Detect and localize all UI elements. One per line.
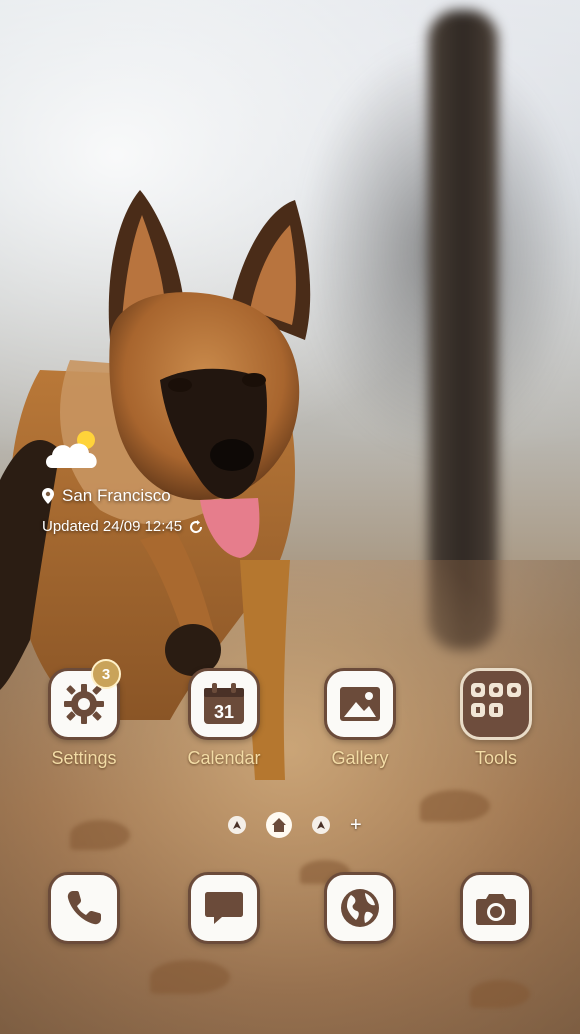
- app-label: Calendar: [187, 748, 261, 768]
- calendar-icon: 31: [204, 683, 244, 724]
- dock-camera[interactable]: [446, 872, 546, 944]
- nav-dot-icon: [317, 821, 325, 829]
- app-tools-icon-tile[interactable]: [460, 668, 532, 740]
- app-tools-folder[interactable]: Tools: [446, 668, 546, 769]
- app-settings-icon-tile[interactable]: 3: [48, 659, 121, 740]
- dock-messages[interactable]: [174, 872, 274, 944]
- gear-icon: [64, 684, 104, 724]
- home-screen: San Francisco Updated 24/09 12:45 3 Sett…: [0, 0, 580, 1034]
- wallpaper-leaf: [150, 960, 230, 994]
- weather-updated-label: Updated 24/09 12:45: [42, 518, 183, 535]
- globe-icon: [341, 889, 379, 927]
- dock-browser-icon-tile[interactable]: [324, 872, 396, 944]
- app-settings[interactable]: 3 Settings: [34, 659, 134, 769]
- app-label: Tools: [474, 748, 518, 768]
- weather-location: San Francisco: [42, 486, 204, 506]
- wallpaper-leaf: [70, 820, 130, 850]
- wallpaper-leaf: [470, 980, 530, 1008]
- location-pin-icon: [42, 488, 54, 504]
- weather-location-label: San Francisco: [62, 486, 171, 505]
- camera-icon: [476, 894, 516, 925]
- app-calendar-icon-tile[interactable]: 31: [188, 668, 260, 740]
- dock-camera-icon-tile[interactable]: [460, 872, 532, 944]
- nav-dot-icon: [233, 821, 241, 829]
- dock-phone-icon-tile[interactable]: [48, 872, 120, 944]
- app-gallery-icon-tile[interactable]: [324, 668, 396, 740]
- page-dot[interactable]: [312, 816, 330, 834]
- add-page-icon[interactable]: +: [350, 814, 362, 837]
- partly-sunny-icon: [46, 431, 97, 468]
- page-dot[interactable]: [228, 816, 246, 834]
- app-label: Settings: [51, 748, 117, 768]
- page-dot-home[interactable]: [266, 812, 292, 838]
- dock-messages-icon-tile[interactable]: [188, 872, 260, 944]
- home-icon: [272, 818, 286, 832]
- notification-badge: 3: [91, 659, 121, 689]
- app-gallery[interactable]: Gallery: [310, 668, 410, 769]
- dock-browser[interactable]: [310, 872, 410, 944]
- app-calendar[interactable]: 31 Calendar: [174, 668, 274, 769]
- refresh-icon[interactable]: [188, 519, 204, 535]
- wallpaper-tree-trunk: [428, 10, 498, 650]
- wallpaper-leaf: [420, 790, 490, 822]
- weather-widget[interactable]: San Francisco Updated 24/09 12:45: [42, 428, 204, 535]
- image-icon: [340, 687, 380, 721]
- dock-phone[interactable]: [34, 872, 134, 944]
- page-indicator[interactable]: +: [228, 810, 362, 840]
- calendar-date: 31: [214, 702, 234, 722]
- message-icon: [205, 892, 243, 924]
- folder-grid-icon: [471, 683, 521, 717]
- weather-updated: Updated 24/09 12:45: [42, 518, 204, 535]
- phone-icon: [67, 891, 101, 925]
- app-label: Gallery: [331, 748, 389, 768]
